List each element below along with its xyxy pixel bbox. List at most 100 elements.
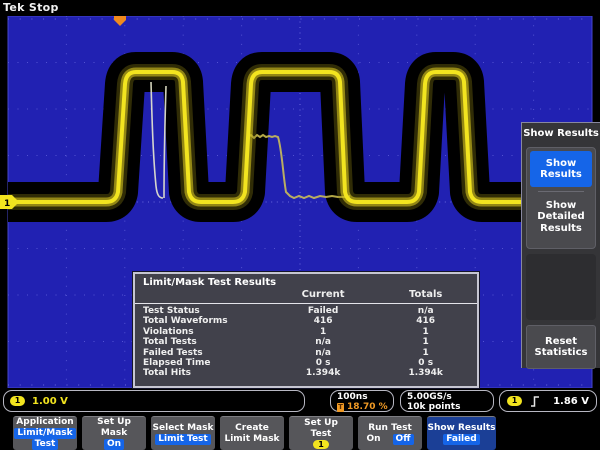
table-cell-current: n/a: [272, 348, 375, 358]
table-cell-totals: 1: [374, 348, 477, 358]
menu-btn-line: Test: [32, 439, 59, 450]
table-cell-label: Total Waveforms: [135, 316, 272, 326]
side-menu-group: Show Results Show Detailed Results: [526, 147, 596, 249]
menu-btn-line: On Off: [366, 434, 413, 445]
highlighted-label: Failed: [443, 434, 479, 445]
rising-edge-icon: [530, 395, 540, 408]
menu-btn-line: 1: [313, 440, 329, 449]
results-table-header: Current Totals: [135, 288, 477, 304]
menu-btn-line: Select Mask: [153, 423, 214, 434]
menu-btn-line: Show Results: [427, 423, 495, 434]
menu-btn-line: Create: [235, 423, 269, 434]
channel1-readout: 1 1.00 V: [3, 390, 305, 412]
show-results-button[interactable]: Show Results: [530, 151, 592, 187]
table-cell-totals: 1.394k: [374, 368, 477, 378]
label: Create: [235, 423, 269, 434]
sample-rate: 5.00GS/s: [407, 392, 493, 402]
select-mask-button[interactable]: Select MaskLimit Test: [151, 416, 215, 450]
show-results-button-bottom[interactable]: Show ResultsFailed: [427, 416, 496, 450]
application-button[interactable]: ApplicationLimit/MaskTest: [13, 416, 77, 450]
channel1-badge: 1: [10, 396, 25, 406]
menu-btn-line: Application: [16, 417, 73, 428]
results-table-title: Limit/Mask Test Results: [135, 274, 477, 288]
table-row: Total Hits1.394k1.394k: [135, 368, 477, 378]
label: Run Test: [368, 423, 412, 434]
menu-btn-line: Test: [311, 429, 332, 440]
table-cell-current: 1: [272, 327, 375, 337]
trigger-level: 1.86 V: [553, 396, 589, 407]
menu-btn-line: Set Up: [304, 418, 338, 429]
menu-btn-line: Set Up: [97, 417, 131, 428]
table-row: Total Testsn/a1: [135, 337, 477, 347]
table-row: Total Waveforms416416: [135, 316, 477, 326]
table-cell-totals: 0 s: [374, 358, 477, 368]
trigger-position-icon: T: [337, 403, 344, 412]
timebase-readout: 100ns T 18.70 %: [330, 390, 394, 412]
menu-btn-line: Run Test: [368, 423, 412, 434]
setup-mask-button[interactable]: Set UpMaskOn: [82, 416, 146, 450]
results-rows: Test StatusFailedn/aTotal Waveforms41641…: [135, 304, 477, 379]
label: Set Up: [97, 417, 131, 428]
label: Application: [16, 417, 73, 428]
table-cell-label: Total Tests: [135, 337, 272, 347]
bottom-menu: ApplicationLimit/MaskTestSet UpMaskOnSel…: [13, 416, 496, 450]
table-cell-totals: 1: [374, 327, 477, 337]
side-menu-title: Show Results: [522, 123, 600, 147]
table-cell-label: Failed Tests: [135, 348, 272, 358]
menu-btn-line: On: [104, 439, 124, 450]
table-row: Violations11: [135, 327, 477, 337]
column-header-current: Current: [272, 289, 375, 300]
reset-statistics-button[interactable]: Reset Statistics: [526, 325, 596, 369]
table-cell-totals: 416: [374, 316, 477, 326]
divider: [538, 191, 584, 192]
channel-badge: 1: [313, 440, 329, 449]
table-cell-current: Failed: [272, 306, 375, 316]
table-cell-label: Elapsed Time: [135, 358, 272, 368]
table-cell-label: Total Hits: [135, 368, 272, 378]
table-cell-label: Violations: [135, 327, 272, 337]
table-cell-label: Test Status: [135, 306, 272, 316]
oscilloscope-screen: 1 Tek Stop Limit/Mask Test Results Curre…: [0, 0, 600, 450]
acquisition-status: Tek Stop: [3, 1, 59, 14]
table-cell-current: 0 s: [272, 358, 375, 368]
side-menu: Show Results Show Results Show Detailed …: [521, 122, 600, 368]
table-row: Test StatusFailedn/a: [135, 306, 477, 316]
highlighted-label: On: [104, 439, 124, 450]
trigger-readout: 1 1.86 V: [499, 390, 597, 412]
acquisition-readout: 5.00GS/s 10k points: [400, 390, 494, 412]
highlighted-label: Limit/Mask: [14, 428, 75, 439]
menu-btn-line: Failed: [443, 434, 479, 445]
table-row: Failed Testsn/a1: [135, 348, 477, 358]
table-cell-totals: 1: [374, 337, 477, 347]
table-cell-totals: n/a: [374, 306, 477, 316]
table-cell-current: 416: [272, 316, 375, 326]
channel1-scale: 1.00 V: [32, 396, 68, 407]
menu-btn-line: Limit Test: [155, 434, 210, 445]
setup-test-button[interactable]: Set UpTest1: [289, 416, 353, 450]
highlighted-label: Limit Test: [155, 434, 210, 445]
menu-btn-line: Limit Mask: [224, 434, 279, 445]
run-test-button[interactable]: Run TestOn Off: [358, 416, 422, 450]
side-menu-empty-slot: [526, 254, 596, 320]
table-cell-current: 1.394k: [272, 368, 375, 378]
svg-text:1: 1: [4, 199, 10, 209]
table-cell-current: n/a: [272, 337, 375, 347]
header-spacer: [135, 289, 272, 300]
label: Test: [311, 429, 332, 440]
label: Mask: [101, 428, 127, 439]
readout-bar: 1 1.00 V 100ns T 18.70 % 5.00GS/s 10k po…: [0, 388, 600, 414]
trigger-position-value: 18.70 %: [347, 402, 388, 412]
label: Limit Mask: [224, 434, 279, 445]
menu-btn-line: Mask: [101, 428, 127, 439]
show-detailed-results-button[interactable]: Show Detailed Results: [530, 194, 592, 240]
highlighted-label: Off: [393, 434, 414, 445]
label: Show Results: [427, 423, 495, 434]
limit-mask-results-table: Limit/Mask Test Results Current Totals T…: [133, 272, 479, 388]
label: Set Up: [304, 418, 338, 429]
create-limit-mask-button[interactable]: CreateLimit Mask: [220, 416, 284, 450]
highlighted-label: Test: [32, 439, 59, 450]
trigger-source-badge: 1: [507, 396, 522, 406]
label: On: [366, 434, 380, 445]
label: Select Mask: [153, 423, 214, 434]
timebase-scale: 100ns: [337, 392, 393, 402]
